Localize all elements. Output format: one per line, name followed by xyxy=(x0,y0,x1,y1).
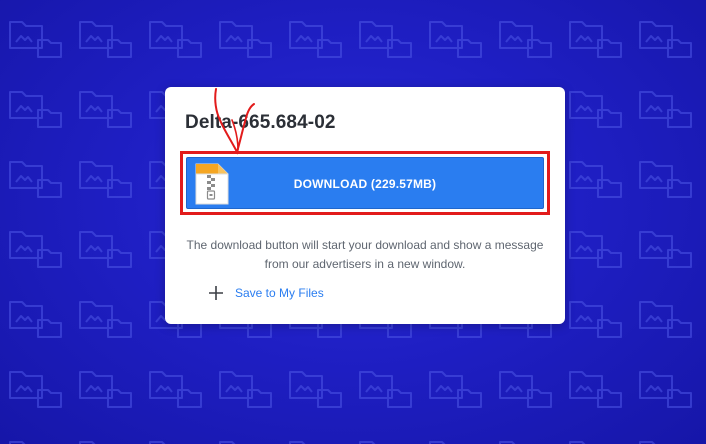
download-card: Delta-665.684-02 DOWNLOAD (229.57MB) The… xyxy=(165,87,565,324)
download-button-label: DOWNLOAD (229.57MB) xyxy=(293,177,437,191)
download-notice-line-2: from our advertisers in a new window. xyxy=(264,257,466,271)
save-to-my-files-label: Save to My Files xyxy=(235,286,324,300)
download-button[interactable]: DOWNLOAD (229.57MB) xyxy=(186,157,544,209)
file-title: Delta-665.684-02 xyxy=(185,112,336,133)
save-to-my-files-link[interactable]: Save to My Files xyxy=(208,283,324,303)
plus-icon xyxy=(209,286,223,300)
download-highlight-outline: DOWNLOAD (229.57MB) xyxy=(180,151,550,215)
download-notice: The download button will start your down… xyxy=(185,236,545,274)
download-notice-line-1: The download button will start your down… xyxy=(186,238,544,252)
